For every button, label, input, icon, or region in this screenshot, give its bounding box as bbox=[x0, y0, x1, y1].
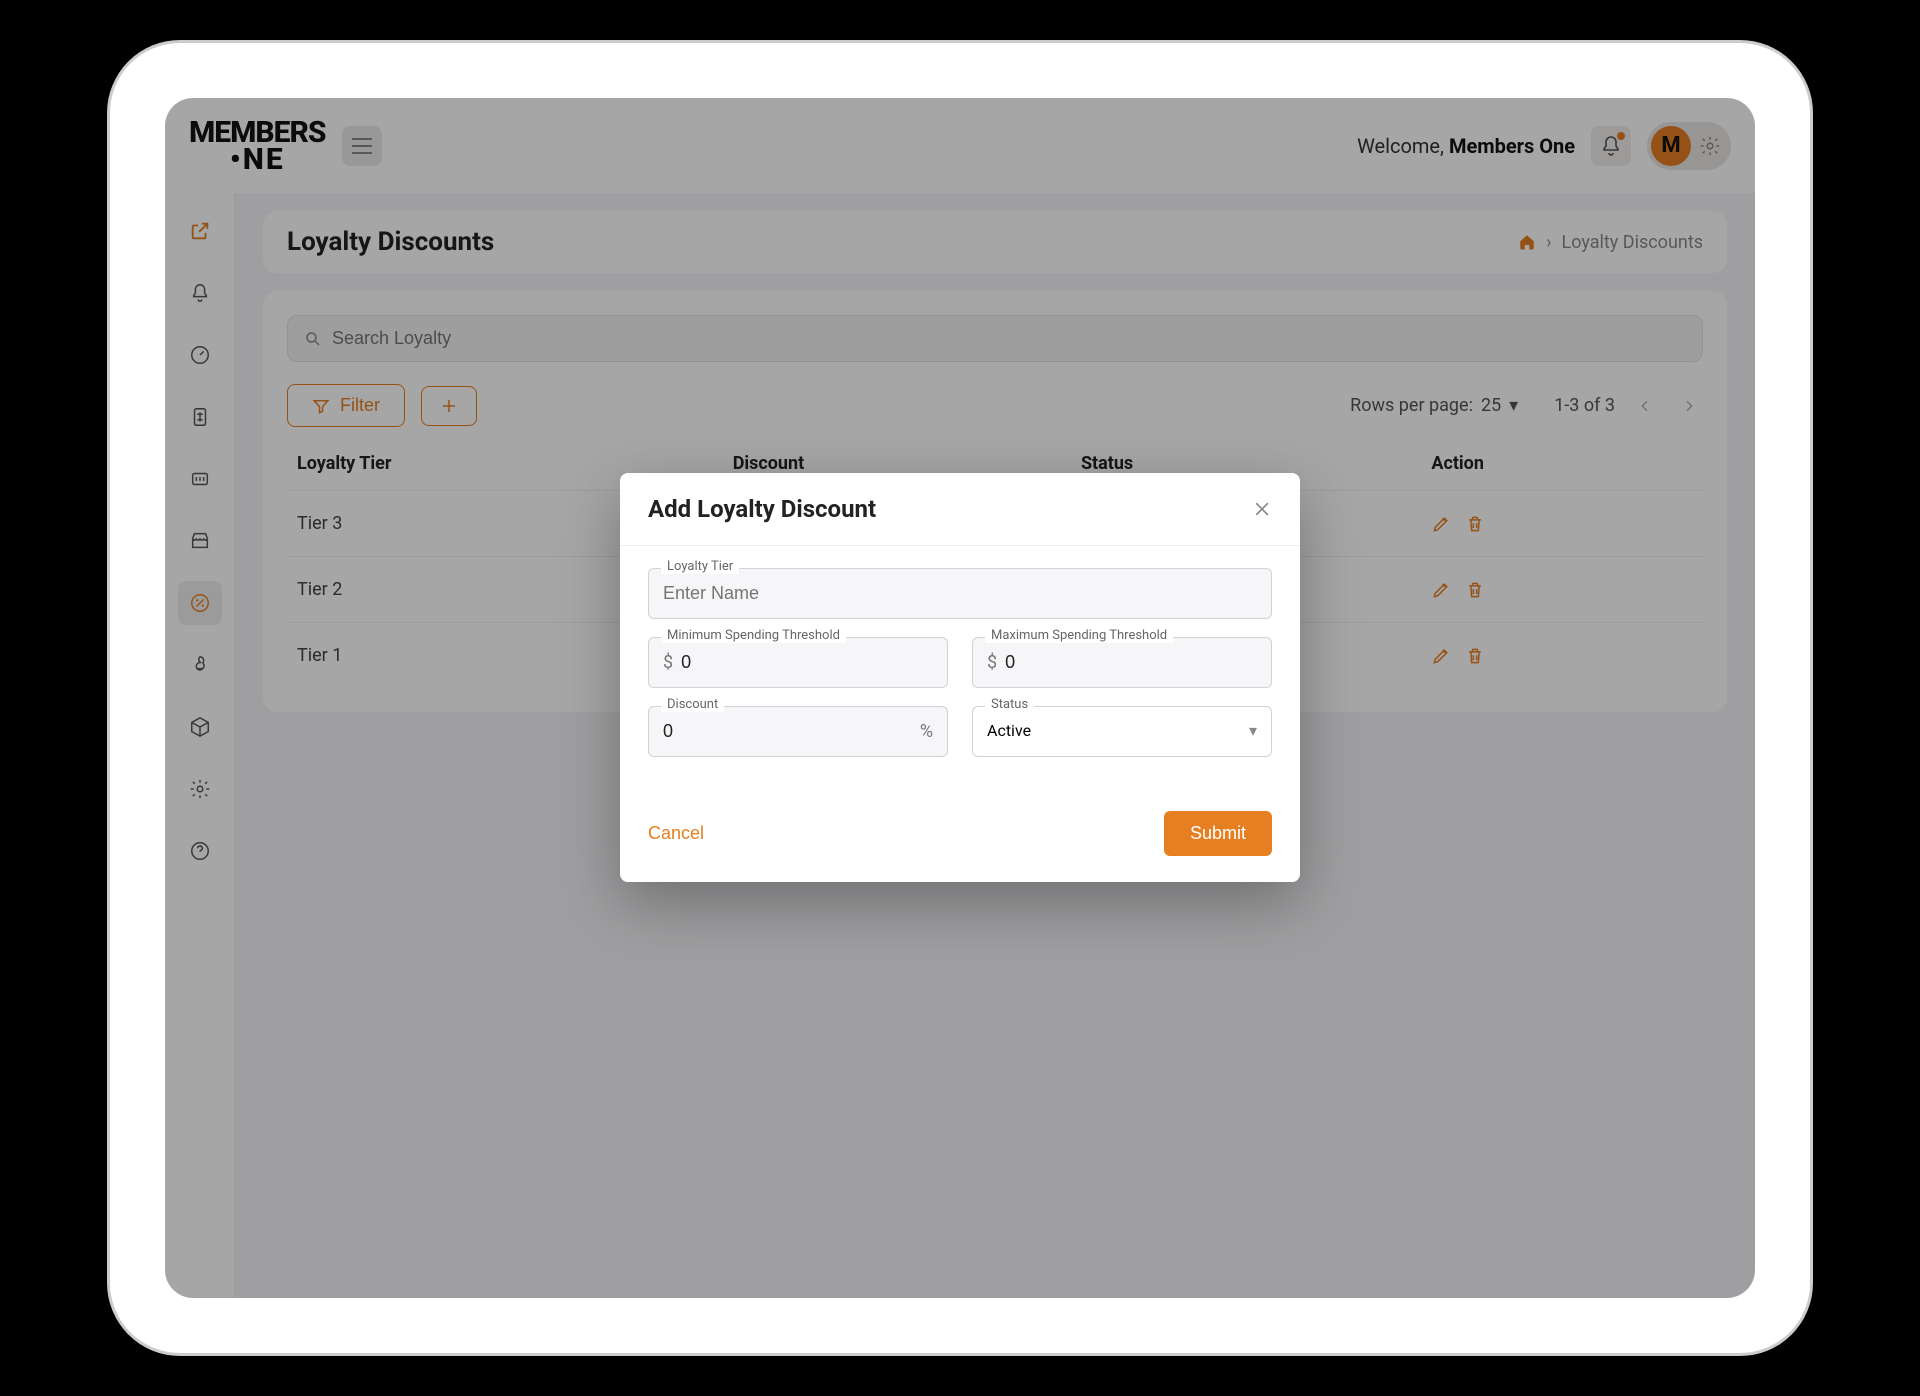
input-discount[interactable] bbox=[663, 721, 912, 742]
field-max-threshold: Maximum Spending Threshold $ bbox=[972, 637, 1272, 688]
submit-button[interactable]: Submit bbox=[1164, 811, 1272, 856]
app-screen: MEMBERS •NE Welcome, Members One M bbox=[165, 98, 1755, 1298]
modal-body: Loyalty Tier Minimum Spending Threshold … bbox=[620, 546, 1300, 797]
input-loyalty-tier[interactable] bbox=[663, 583, 1257, 604]
input-min-threshold[interactable] bbox=[681, 652, 933, 673]
label-max-threshold: Maximum Spending Threshold bbox=[985, 628, 1173, 643]
modal-close-button[interactable] bbox=[1252, 499, 1272, 519]
modal-footer: Cancel Submit bbox=[620, 797, 1300, 882]
tablet-frame: MEMBERS •NE Welcome, Members One M bbox=[110, 43, 1810, 1353]
input-max-threshold[interactable] bbox=[1005, 652, 1257, 673]
select-status[interactable]: Active ▾ bbox=[987, 721, 1257, 740]
field-status: Status Active ▾ bbox=[972, 706, 1272, 757]
label-discount: Discount bbox=[661, 697, 724, 712]
cancel-button[interactable]: Cancel bbox=[648, 823, 704, 844]
status-value: Active bbox=[987, 721, 1031, 740]
field-loyalty-tier: Loyalty Tier bbox=[648, 568, 1272, 619]
label-loyalty-tier: Loyalty Tier bbox=[661, 559, 739, 574]
label-min-threshold: Minimum Spending Threshold bbox=[661, 628, 846, 643]
field-min-threshold: Minimum Spending Threshold $ bbox=[648, 637, 948, 688]
modal-header: Add Loyalty Discount bbox=[620, 473, 1300, 546]
add-loyalty-modal: Add Loyalty Discount Loyalty Tier Minimu… bbox=[620, 473, 1300, 882]
modal-title: Add Loyalty Discount bbox=[648, 495, 876, 523]
prefix-dollar: $ bbox=[987, 652, 997, 673]
prefix-dollar: $ bbox=[663, 652, 673, 673]
close-icon bbox=[1252, 499, 1272, 519]
label-status: Status bbox=[985, 697, 1034, 712]
dropdown-icon: ▾ bbox=[1249, 721, 1257, 740]
suffix-percent: % bbox=[920, 721, 933, 742]
field-discount: Discount % bbox=[648, 706, 948, 757]
